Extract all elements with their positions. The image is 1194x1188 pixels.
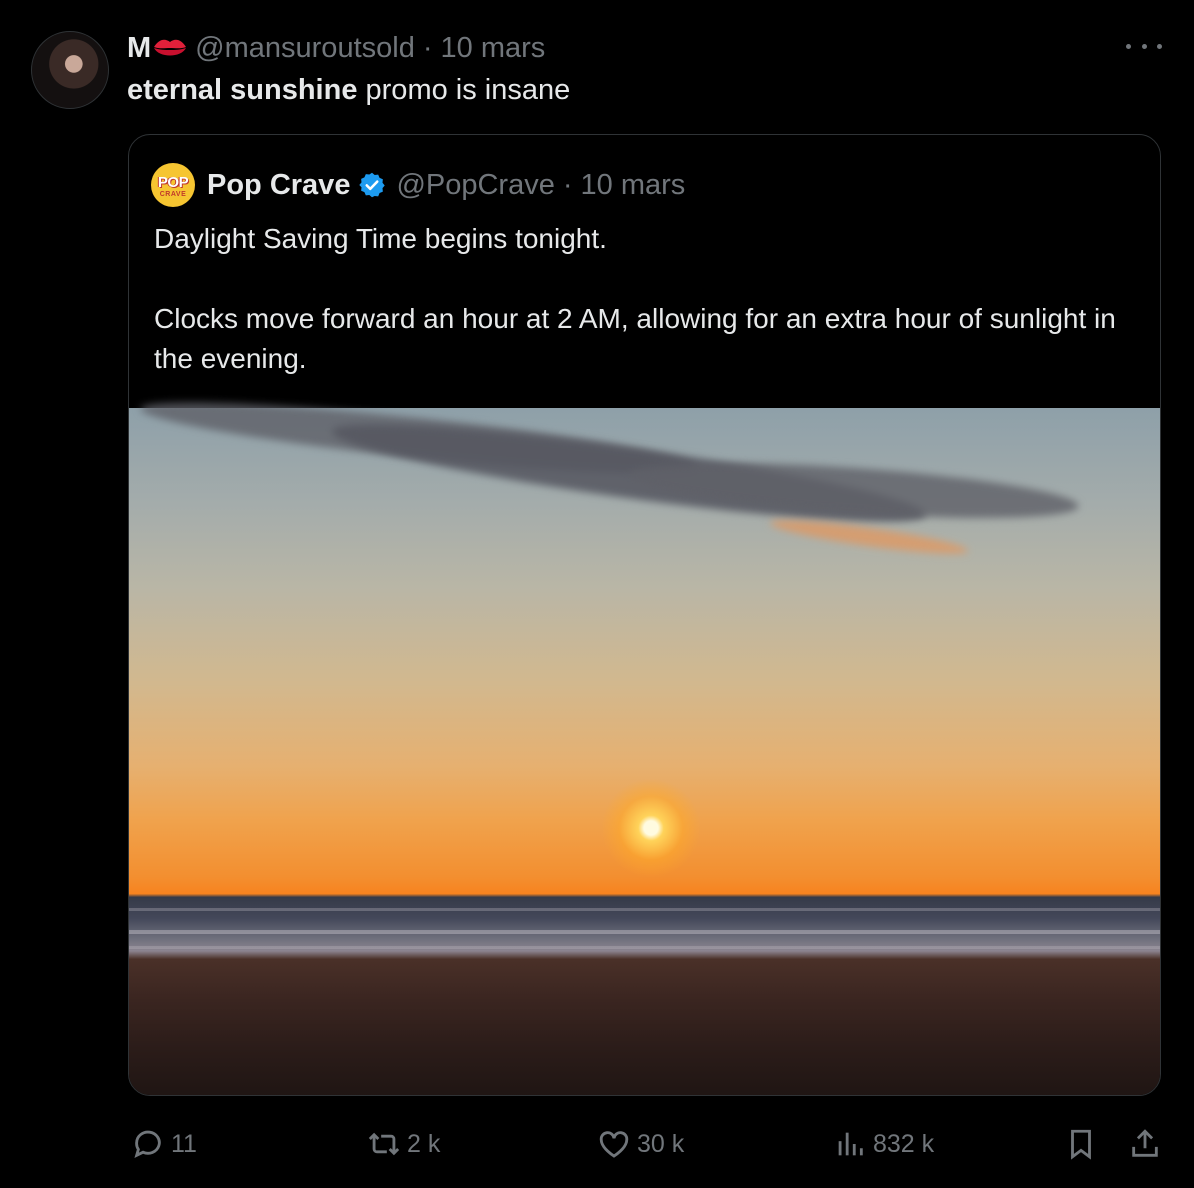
tweet-header: M @mansuroutsold · 10 mars xyxy=(127,28,545,68)
quoted-text-line2: Clocks move forward an hour at 2 AM, all… xyxy=(154,303,1116,374)
views-count: 832 k xyxy=(873,1129,935,1158)
quoted-avatar[interactable]: POP CRAVE xyxy=(151,163,195,207)
lips-emoji-icon xyxy=(153,37,187,59)
tweet-date[interactable]: 10 mars xyxy=(441,32,546,65)
logo-pop-text: POP xyxy=(157,173,189,191)
share-icon xyxy=(1132,1129,1158,1157)
like-count: 30 k xyxy=(637,1129,685,1158)
repost-icon xyxy=(368,1132,400,1156)
quoted-date[interactable]: 10 mars xyxy=(581,169,686,202)
repost-count: 2 k xyxy=(407,1129,441,1158)
quoted-text-line1: Daylight Saving Time begins tonight. xyxy=(154,223,607,254)
sun xyxy=(601,778,701,878)
reply-icon xyxy=(134,1130,161,1159)
reply-button[interactable]: 11 xyxy=(131,1120,197,1168)
action-bar: 11 2 k 30 k 832 k xyxy=(0,1120,1194,1168)
bookmark-icon xyxy=(1071,1129,1091,1160)
views-icon xyxy=(838,1132,863,1156)
quoted-tweet-card[interactable]: POP CRAVE Pop Crave @PopCrave · 10 mars … xyxy=(128,134,1161,1096)
share-button[interactable] xyxy=(1128,1120,1162,1168)
quoted-text: Daylight Saving Time begins tonight. Clo… xyxy=(154,219,1144,379)
like-button[interactable]: 30 k xyxy=(597,1120,684,1168)
quoted-author-name[interactable]: Pop Crave xyxy=(207,169,350,202)
verified-badge-icon xyxy=(358,171,386,199)
tweet-text-rest: promo is insane xyxy=(357,74,571,106)
author-handle[interactable]: @mansuroutsold xyxy=(195,32,415,65)
quoted-separator-dot: · xyxy=(562,168,573,201)
quoted-header: POP CRAVE Pop Crave @PopCrave · 10 mars xyxy=(151,163,685,207)
author-name[interactable]: M xyxy=(127,32,151,65)
repost-button[interactable]: 2 k xyxy=(367,1120,440,1168)
bookmark-button[interactable] xyxy=(1064,1120,1098,1168)
separator-dot: · xyxy=(422,31,433,64)
logo-crave-text: CRAVE xyxy=(159,190,187,198)
like-icon xyxy=(599,1131,629,1158)
views-button[interactable]: 832 k xyxy=(833,1120,934,1168)
tweet-text: eternal sunshine promo is insane xyxy=(127,70,570,110)
reply-count: 11 xyxy=(171,1129,197,1158)
tweet-text-bold: eternal sunshine xyxy=(127,74,358,106)
sunset-photo[interactable] xyxy=(129,388,1160,1095)
more-icon[interactable] xyxy=(1126,36,1162,56)
author-avatar[interactable] xyxy=(31,31,109,109)
quoted-author-handle[interactable]: @PopCrave xyxy=(396,169,554,202)
